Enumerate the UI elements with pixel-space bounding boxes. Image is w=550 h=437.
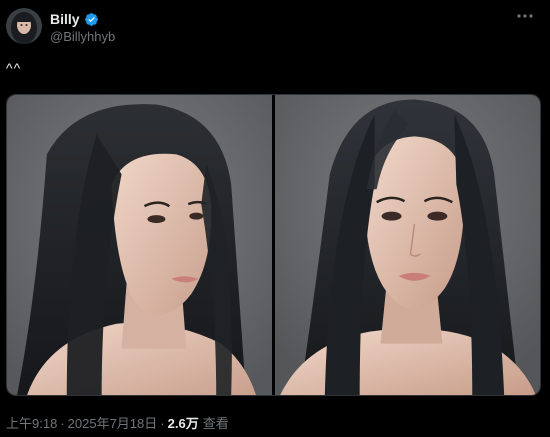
- name-row: Billy: [50, 10, 99, 28]
- author-handle[interactable]: @Billyhhyb: [50, 29, 115, 44]
- media-photo-1[interactable]: [7, 95, 272, 395]
- avatar[interactable]: [6, 8, 42, 44]
- tweet: Billy @Billyhhyb ^^ 上午9:18 · 2025年7月18日 …: [0, 0, 550, 437]
- more-dots-icon: [517, 14, 533, 18]
- views-label: 查看: [202, 416, 229, 431]
- display-name[interactable]: Billy: [50, 11, 80, 27]
- separator: ·: [160, 416, 165, 431]
- verified-badge-icon: [84, 12, 99, 27]
- tweet-meta: 上午9:18 · 2025年7月18日 · 2.6万 查看: [6, 413, 229, 432]
- more-button[interactable]: [514, 9, 536, 23]
- tweet-time[interactable]: 上午9:18: [6, 413, 57, 432]
- tweet-text: ^^: [6, 60, 22, 76]
- views-count: 2.6万: [167, 416, 199, 431]
- tweet-date[interactable]: 2025年7月18日: [68, 413, 158, 432]
- separator: ·: [60, 416, 65, 431]
- media-grid: [6, 94, 541, 396]
- media-photo-2[interactable]: [275, 95, 540, 395]
